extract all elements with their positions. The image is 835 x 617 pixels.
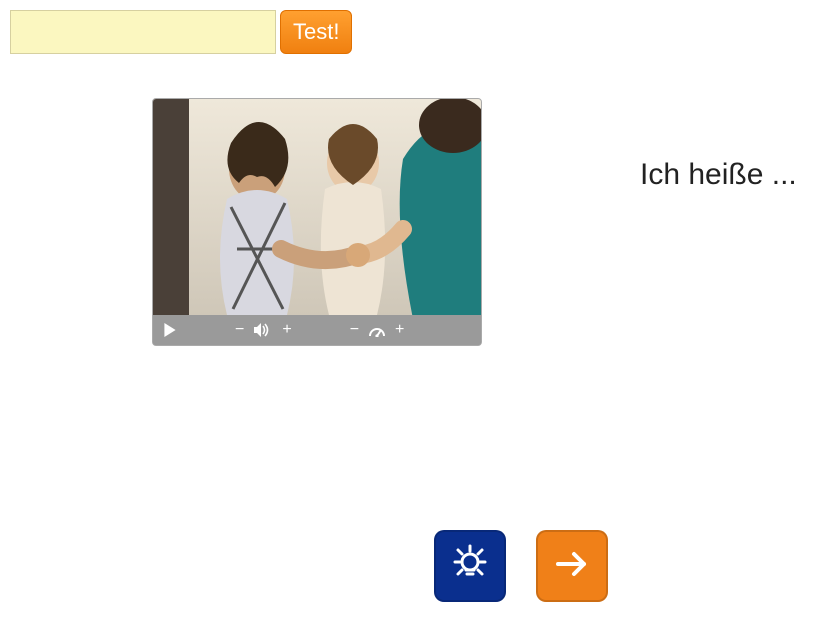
- next-button[interactable]: [536, 530, 608, 602]
- volume-up-button[interactable]: +: [282, 321, 291, 339]
- volume-group: − +: [235, 321, 292, 339]
- speed-group: − +: [350, 321, 405, 339]
- prompt-text: Ich heiße ...: [640, 158, 797, 192]
- answer-input[interactable]: [10, 10, 276, 54]
- test-button[interactable]: Test!: [280, 10, 352, 54]
- lightbulb-icon: [448, 542, 492, 591]
- media-card: − + − +: [152, 98, 482, 346]
- hint-button[interactable]: [434, 530, 506, 602]
- speed-down-button[interactable]: −: [350, 321, 359, 339]
- media-controls: − + − +: [153, 315, 481, 345]
- media-image: [153, 99, 481, 315]
- gauge-icon[interactable]: [369, 323, 385, 337]
- play-icon[interactable]: [163, 323, 177, 337]
- bottom-buttons: [434, 530, 608, 602]
- arrow-right-icon: [550, 542, 594, 591]
- speed-up-button[interactable]: +: [395, 321, 404, 339]
- volume-icon[interactable]: [254, 323, 272, 337]
- answer-row: Test!: [10, 10, 352, 54]
- volume-down-button[interactable]: −: [235, 321, 244, 339]
